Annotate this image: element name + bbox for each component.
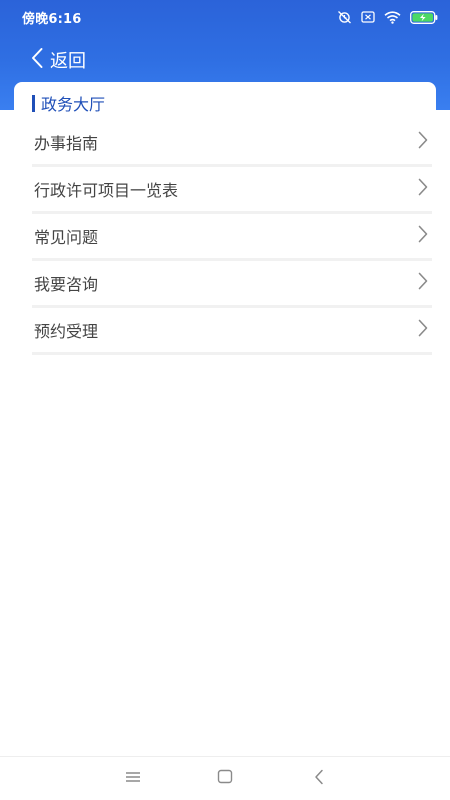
alarm-off-icon	[337, 10, 352, 24]
menu-item-consult[interactable]: 我要咨询	[32, 261, 432, 308]
chevron-right-icon	[418, 178, 428, 200]
section-title-bar	[32, 94, 35, 112]
menu-item-faq[interactable]: 常见问题	[32, 214, 432, 261]
menu-item-label: 办事指南	[34, 134, 99, 153]
menu-item-appointment[interactable]: 预约受理	[32, 308, 432, 355]
menu-icon[interactable]	[125, 769, 141, 788]
status-icons	[337, 10, 438, 24]
status-bar: 傍晚6:16	[0, 0, 450, 34]
wifi-icon	[384, 10, 401, 24]
back-button[interactable]: 返回	[30, 47, 86, 73]
sim-no-signal-icon	[361, 11, 375, 23]
chevron-left-icon	[30, 47, 44, 73]
back-label: 返回	[50, 51, 86, 72]
nav-bar: 返回	[0, 40, 450, 80]
chevron-right-icon	[418, 131, 428, 153]
menu-item-guide[interactable]: 办事指南	[32, 120, 432, 167]
menu-item-permit-list[interactable]: 行政许可项目一览表	[32, 167, 432, 214]
home-icon[interactable]	[217, 769, 233, 789]
menu-item-label: 常见问题	[34, 228, 99, 247]
chevron-right-icon	[418, 319, 428, 341]
chevron-right-icon	[418, 272, 428, 294]
back-icon[interactable]	[313, 769, 325, 789]
system-nav-bar	[0, 756, 450, 800]
section-title-text: 政务大厅	[41, 95, 106, 114]
menu-item-label: 行政许可项目一览表	[34, 181, 179, 200]
menu-list: 办事指南 行政许可项目一览表 常见问题 我要咨询 预约受理	[32, 120, 432, 355]
menu-item-label: 我要咨询	[34, 275, 99, 294]
content-card: 政务大厅 办事指南 行政许可项目一览表 常见问题 我要咨询 预约受理	[14, 82, 436, 762]
status-time: 傍晚6:16	[22, 11, 82, 27]
battery-charging-icon	[410, 10, 438, 24]
menu-item-label: 预约受理	[34, 322, 99, 341]
section-title: 政务大厅	[32, 92, 105, 114]
chevron-right-icon	[418, 225, 428, 247]
